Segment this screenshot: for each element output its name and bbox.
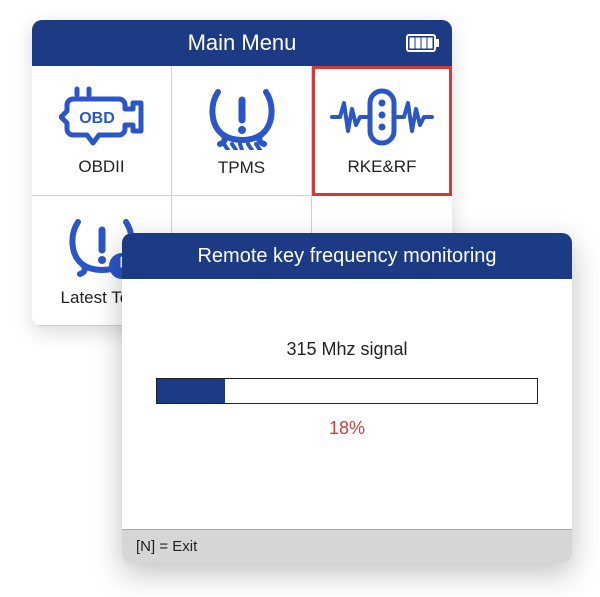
menu-item-tpms[interactable]: TPMS xyxy=(172,66,312,196)
main-menu-title: Main Menu xyxy=(188,30,297,56)
progress-percent: 18% xyxy=(156,418,538,439)
obd-icon: OBD xyxy=(59,85,145,149)
signal-label: 315 Mhz signal xyxy=(156,339,538,360)
progress-bar xyxy=(156,378,538,404)
footer-hint: [N] = Exit xyxy=(122,529,572,563)
menu-item-label: TPMS xyxy=(218,158,265,178)
battery-icon xyxy=(406,34,440,52)
main-menu-header: Main Menu xyxy=(32,20,452,66)
rke-rf-icon xyxy=(330,85,434,149)
monitoring-header: Remote key frequency monitoring xyxy=(122,233,572,279)
monitoring-window: Remote key frequency monitoring 315 Mhz … xyxy=(122,233,572,563)
menu-item-label: OBDII xyxy=(78,157,124,177)
monitoring-body: 315 Mhz signal 18% xyxy=(122,279,572,529)
tpms-icon xyxy=(202,84,282,150)
menu-item-rke-rf[interactable]: RKE&RF xyxy=(312,66,452,196)
menu-item-label: RKE&RF xyxy=(348,157,417,177)
progress-fill xyxy=(157,379,225,403)
svg-text:OBD: OBD xyxy=(79,110,115,127)
monitoring-title: Remote key frequency monitoring xyxy=(197,245,496,268)
menu-item-obdii[interactable]: OBD OBDII xyxy=(32,66,172,196)
